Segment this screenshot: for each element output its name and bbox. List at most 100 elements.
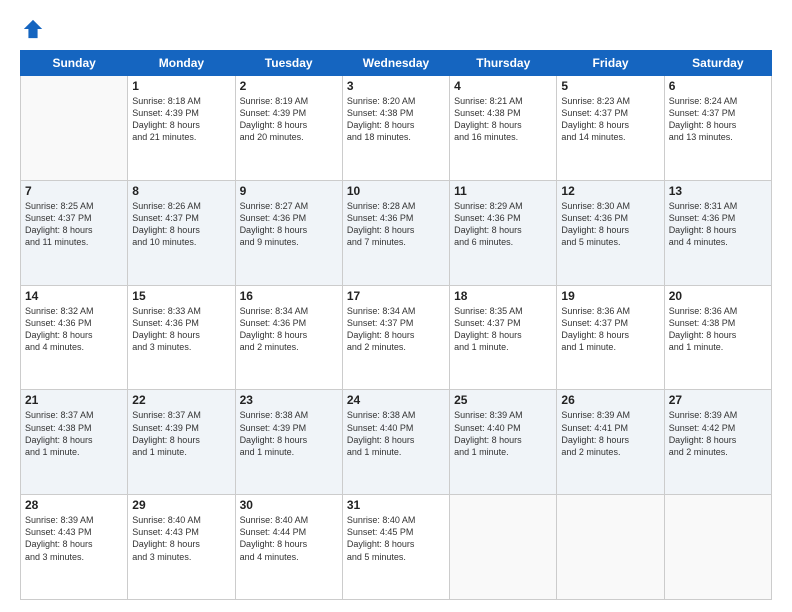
day-info: Sunrise: 8:29 AMSunset: 4:36 PMDaylight:… [454, 200, 552, 249]
day-number: 11 [454, 184, 552, 198]
day-number: 30 [240, 498, 338, 512]
calendar-cell: 10Sunrise: 8:28 AMSunset: 4:36 PMDayligh… [342, 180, 449, 285]
day-info: Sunrise: 8:33 AMSunset: 4:36 PMDaylight:… [132, 305, 230, 354]
day-info: Sunrise: 8:37 AMSunset: 4:39 PMDaylight:… [132, 409, 230, 458]
day-number: 16 [240, 289, 338, 303]
day-number: 9 [240, 184, 338, 198]
logo-icon [22, 18, 44, 40]
day-info: Sunrise: 8:25 AMSunset: 4:37 PMDaylight:… [25, 200, 123, 249]
day-info: Sunrise: 8:40 AMSunset: 4:43 PMDaylight:… [132, 514, 230, 563]
calendar-cell: 11 Sunrise: 8:29 AMSunset: 4:36 PMDayligh… [450, 180, 557, 285]
logo-text [20, 18, 44, 40]
calendar-table: SundayMondayTuesdayWednesdayThursdayFrid… [20, 50, 772, 600]
day-info: Sunrise: 8:18 AMSunset: 4:39 PMDaylight:… [132, 95, 230, 144]
calendar-cell: 21 Sunrise: 8:37 AMSunset: 4:38 PMDayligh… [21, 390, 128, 495]
day-number: 28 [25, 498, 123, 512]
day-info: Sunrise: 8:40 AMSunset: 4:45 PMDaylight:… [347, 514, 445, 563]
calendar-cell: 14 Sunrise: 8:32 AMSunset: 4:36 PMDayligh… [21, 285, 128, 390]
day-number: 22 [132, 393, 230, 407]
day-info: Sunrise: 8:39 AMSunset: 4:41 PMDaylight:… [561, 409, 659, 458]
calendar-cell: 3Sunrise: 8:20 AMSunset: 4:38 PMDaylight… [342, 76, 449, 181]
day-number: 26 [561, 393, 659, 407]
day-number: 19 [561, 289, 659, 303]
day-number: 21 [25, 393, 123, 407]
calendar-cell: 15 Sunrise: 8:33 AMSunset: 4:36 PMDayligh… [128, 285, 235, 390]
day-info: Sunrise: 8:26 AMSunset: 4:37 PMDaylight:… [132, 200, 230, 249]
day-info: Sunrise: 8:39 AMSunset: 4:43 PMDaylight:… [25, 514, 123, 563]
calendar-cell: 5 Sunrise: 8:23 AMSunset: 4:37 PMDaylight… [557, 76, 664, 181]
calendar-cell: 28 Sunrise: 8:39 AMSunset: 4:43 PMDayligh… [21, 495, 128, 600]
calendar-cell [557, 495, 664, 600]
day-number: 5 [561, 79, 659, 93]
calendar-cell: 12Sunrise: 8:30 AMSunset: 4:36 PMDayligh… [557, 180, 664, 285]
calendar-cell: 7 Sunrise: 8:25 AMSunset: 4:37 PMDaylight… [21, 180, 128, 285]
day-number: 20 [669, 289, 767, 303]
calendar-cell: 18 Sunrise: 8:35 AMSunset: 4:37 PMDayligh… [450, 285, 557, 390]
day-info: Sunrise: 8:36 AMSunset: 4:37 PMDaylight:… [561, 305, 659, 354]
day-info: Sunrise: 8:23 AMSunset: 4:37 PMDaylight:… [561, 95, 659, 144]
day-number: 27 [669, 393, 767, 407]
calendar-cell: 8 Sunrise: 8:26 AMSunset: 4:37 PMDaylight… [128, 180, 235, 285]
day-number: 24 [347, 393, 445, 407]
calendar-cell: 25 Sunrise: 8:39 AMSunset: 4:40 PMDayligh… [450, 390, 557, 495]
day-number: 25 [454, 393, 552, 407]
calendar-cell: 4Sunrise: 8:21 AMSunset: 4:38 PMDaylight… [450, 76, 557, 181]
day-number: 29 [132, 498, 230, 512]
day-number: 8 [132, 184, 230, 198]
day-number: 10 [347, 184, 445, 198]
page: SundayMondayTuesdayWednesdayThursdayFrid… [0, 0, 792, 612]
calendar-cell: 9Sunrise: 8:27 AMSunset: 4:36 PMDaylight… [235, 180, 342, 285]
day-info: Sunrise: 8:24 AMSunset: 4:37 PMDaylight:… [669, 95, 767, 144]
day-number: 18 [454, 289, 552, 303]
calendar-cell: 1 Sunrise: 8:18 AMSunset: 4:39 PMDaylight… [128, 76, 235, 181]
calendar-week-row: 1 Sunrise: 8:18 AMSunset: 4:39 PMDaylight… [21, 76, 772, 181]
day-number: 31 [347, 498, 445, 512]
calendar-day-header: Tuesday [235, 51, 342, 76]
calendar-cell: 13 Sunrise: 8:31 AMSunset: 4:36 PMDayligh… [664, 180, 771, 285]
day-number: 13 [669, 184, 767, 198]
calendar-week-row: 7 Sunrise: 8:25 AMSunset: 4:37 PMDaylight… [21, 180, 772, 285]
day-info: Sunrise: 8:32 AMSunset: 4:36 PMDaylight:… [25, 305, 123, 354]
day-info: Sunrise: 8:37 AMSunset: 4:38 PMDaylight:… [25, 409, 123, 458]
calendar-cell: 16 Sunrise: 8:34 AMSunset: 4:36 PMDayligh… [235, 285, 342, 390]
calendar-cell: 23 Sunrise: 8:38 AMSunset: 4:39 PMDayligh… [235, 390, 342, 495]
day-number: 17 [347, 289, 445, 303]
calendar-cell: 24 Sunrise: 8:38 AMSunset: 4:40 PMDayligh… [342, 390, 449, 495]
calendar-cell: 31 Sunrise: 8:40 AMSunset: 4:45 PMDayligh… [342, 495, 449, 600]
calendar-cell: 20Sunrise: 8:36 AMSunset: 4:38 PMDayligh… [664, 285, 771, 390]
calendar-cell: 22 Sunrise: 8:37 AMSunset: 4:39 PMDayligh… [128, 390, 235, 495]
day-number: 7 [25, 184, 123, 198]
calendar-cell: 30 Sunrise: 8:40 AMSunset: 4:44 PMDayligh… [235, 495, 342, 600]
calendar-cell: 29 Sunrise: 8:40 AMSunset: 4:43 PMDayligh… [128, 495, 235, 600]
calendar-day-header: Sunday [21, 51, 128, 76]
header [20, 18, 772, 40]
day-info: Sunrise: 8:39 AMSunset: 4:42 PMDaylight:… [669, 409, 767, 458]
day-info: Sunrise: 8:34 AMSunset: 4:37 PMDaylight:… [347, 305, 445, 354]
calendar-cell: 6 Sunrise: 8:24 AMSunset: 4:37 PMDaylight… [664, 76, 771, 181]
day-number: 4 [454, 79, 552, 93]
calendar-cell [664, 495, 771, 600]
day-number: 23 [240, 393, 338, 407]
day-number: 15 [132, 289, 230, 303]
calendar-day-header: Friday [557, 51, 664, 76]
day-info: Sunrise: 8:20 AMSunset: 4:38 PMDaylight:… [347, 95, 445, 144]
day-info: Sunrise: 8:39 AMSunset: 4:40 PMDaylight:… [454, 409, 552, 458]
day-info: Sunrise: 8:35 AMSunset: 4:37 PMDaylight:… [454, 305, 552, 354]
calendar-day-header: Wednesday [342, 51, 449, 76]
calendar-day-header: Thursday [450, 51, 557, 76]
calendar-week-row: 21 Sunrise: 8:37 AMSunset: 4:38 PMDayligh… [21, 390, 772, 495]
day-info: Sunrise: 8:38 AMSunset: 4:39 PMDaylight:… [240, 409, 338, 458]
calendar-header-row: SundayMondayTuesdayWednesdayThursdayFrid… [21, 51, 772, 76]
day-info: Sunrise: 8:40 AMSunset: 4:44 PMDaylight:… [240, 514, 338, 563]
day-number: 6 [669, 79, 767, 93]
day-info: Sunrise: 8:31 AMSunset: 4:36 PMDaylight:… [669, 200, 767, 249]
calendar-cell: 19 Sunrise: 8:36 AMSunset: 4:37 PMDayligh… [557, 285, 664, 390]
calendar-day-header: Monday [128, 51, 235, 76]
day-number: 1 [132, 79, 230, 93]
calendar-week-row: 28 Sunrise: 8:39 AMSunset: 4:43 PMDayligh… [21, 495, 772, 600]
day-info: Sunrise: 8:38 AMSunset: 4:40 PMDaylight:… [347, 409, 445, 458]
day-number: 14 [25, 289, 123, 303]
day-info: Sunrise: 8:34 AMSunset: 4:36 PMDaylight:… [240, 305, 338, 354]
calendar-cell: 26 Sunrise: 8:39 AMSunset: 4:41 PMDayligh… [557, 390, 664, 495]
day-info: Sunrise: 8:19 AMSunset: 4:39 PMDaylight:… [240, 95, 338, 144]
